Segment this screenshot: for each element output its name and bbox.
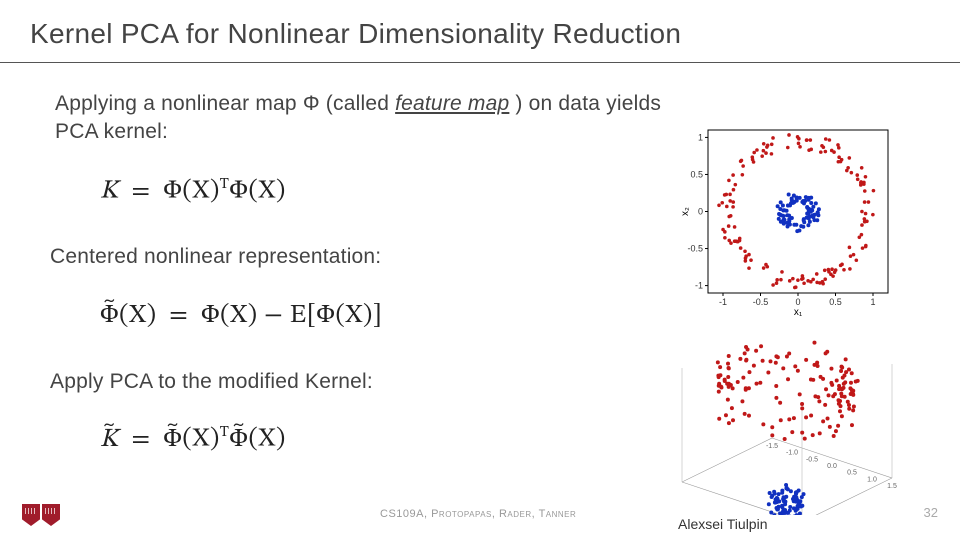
slide-container: Kernel PCA for Nonlinear Dimensionality … <box>0 0 960 540</box>
intro-line-1: Applying a nonlinear map Φ (called featu… <box>55 92 885 116</box>
svg-text:-1: -1 <box>695 281 703 291</box>
svg-text:-0.5: -0.5 <box>687 244 703 254</box>
svg-text:0: 0 <box>698 207 703 217</box>
svg-text:-0.5: -0.5 <box>753 297 769 307</box>
svg-text:x₂: x₂ <box>680 207 691 216</box>
eq2-phi: Φ <box>201 303 220 329</box>
eq2-minus-e: − E[Φ(X)] <box>257 303 382 329</box>
equation-kernel: K = Φ(X)TΦ(X) <box>100 175 286 209</box>
eq3-phitilde2: ~Φ <box>229 424 248 457</box>
svg-text:0.5: 0.5 <box>690 169 703 179</box>
eq3-supT: T <box>220 425 230 440</box>
eq3-phitilde1: ~Φ <box>163 424 182 457</box>
harvard-shields <box>22 504 60 526</box>
feature-map-term: feature map <box>395 92 509 115</box>
svg-text:1.5: 1.5 <box>887 483 897 490</box>
eq1-x2: (X) <box>248 179 285 205</box>
title-underline <box>0 62 960 63</box>
attribution: Alexsei Tiulpin <box>678 516 768 532</box>
eq1-phi1: Φ <box>163 179 182 205</box>
eq1-k: K <box>100 179 119 205</box>
svg-text:0.5: 0.5 <box>847 470 857 477</box>
eq1-phi2: Φ <box>229 179 248 205</box>
eq2-x1: (X) <box>119 303 156 329</box>
eq1-x1: (X) <box>182 179 219 205</box>
eq3-ktilde: ~K <box>100 424 119 457</box>
eq3-x2: (X) <box>248 427 285 453</box>
eq2-eq: = <box>169 303 188 329</box>
svg-text:-0.5: -0.5 <box>806 456 818 463</box>
svg-text:1: 1 <box>698 132 703 142</box>
svg-text:0: 0 <box>795 297 800 307</box>
svg-text:0.0: 0.0 <box>827 463 837 470</box>
eq2-phitilde: ~Φ <box>100 300 119 333</box>
shield-icon <box>42 504 60 526</box>
figure-3d-scatter: -1.5 -1.0 -0.5 0.0 0.5 1.0 1.5 <box>642 325 932 515</box>
svg-text:0.5: 0.5 <box>829 297 842 307</box>
figure-2d-scatter: -1 -0.5 0 0.5 1 -1 -0.5 0 0.5 1 x₁ x₂ <box>678 122 898 317</box>
eq3-x1: (X) <box>182 427 219 453</box>
footer-credit: CS109A, Protopapas, Rader, Tanner <box>380 508 576 520</box>
svg-text:x₁: x₁ <box>794 307 803 317</box>
eq2-x2: (X) <box>220 303 257 329</box>
svg-text:1.0: 1.0 <box>867 476 877 483</box>
centered-caption: Centered nonlinear representation: <box>50 245 381 269</box>
svg-text:-1.5: -1.5 <box>766 443 778 450</box>
scatter-2d-svg: -1 -0.5 0 0.5 1 -1 -0.5 0 0.5 1 x₁ x₂ <box>678 122 898 317</box>
equation-centered: ~Φ(X) = Φ(X) − E[Φ(X)] <box>100 300 382 333</box>
intro-suffix: ) on data yields <box>509 92 661 115</box>
eq1-eq: = <box>131 179 150 205</box>
apply-caption: Apply PCA to the modified Kernel: <box>50 370 373 394</box>
svg-text:-1.0: -1.0 <box>786 450 798 457</box>
page-number: 32 <box>924 505 938 520</box>
slide-title: Kernel PCA for Nonlinear Dimensionality … <box>30 18 681 50</box>
eq1-supT: T <box>220 177 230 192</box>
svg-text:1: 1 <box>870 297 875 307</box>
eq3-eq: = <box>131 427 150 453</box>
equation-modified-kernel: ~K = ~Φ(X)T~Φ(X) <box>100 423 286 457</box>
scatter-3d-svg: -1.5 -1.0 -0.5 0.0 0.5 1.0 1.5 <box>642 325 932 515</box>
svg-text:-1: -1 <box>719 297 727 307</box>
shield-icon <box>22 504 40 526</box>
intro-line-2: PCA kernel: <box>55 120 168 144</box>
intro-prefix: Applying a nonlinear map Φ (called <box>55 92 395 115</box>
